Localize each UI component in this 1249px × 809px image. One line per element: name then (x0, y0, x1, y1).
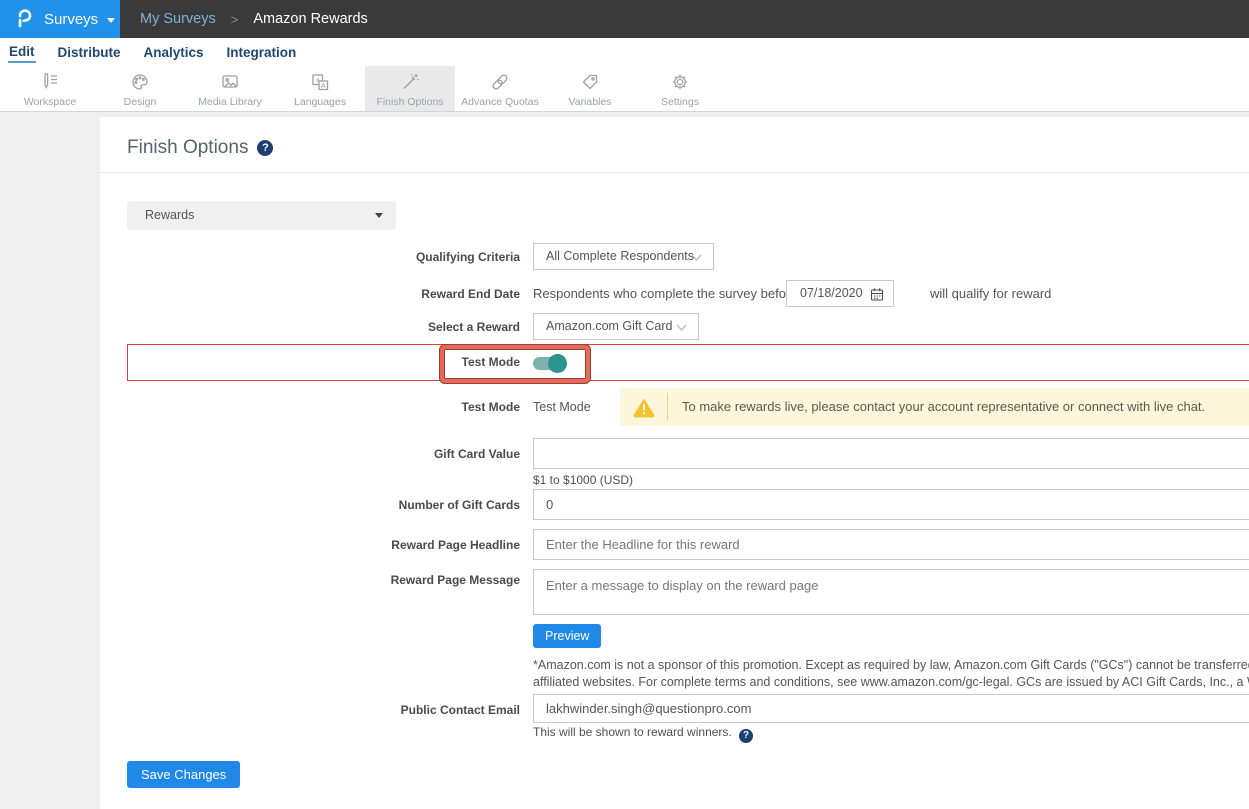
gift-card-value-input[interactable] (533, 438, 1249, 469)
product-label: Surveys (44, 11, 98, 28)
product-menu[interactable]: Surveys (0, 0, 120, 38)
toolbar-tab-workspace[interactable]: Workspace (5, 66, 95, 111)
help-icon[interactable]: ? (739, 729, 753, 743)
media-library-icon (219, 71, 241, 93)
workspace-icon (39, 71, 61, 93)
toolbar-label: Media Library (198, 96, 262, 108)
public-contact-email-input[interactable] (533, 694, 1249, 723)
gift-card-value-label: Gift Card Value (100, 447, 520, 461)
chevron-down-icon (676, 324, 687, 332)
reward-page-headline-label: Reward Page Headline (100, 538, 520, 552)
toolbar-tab-advance-quotas[interactable]: Advance Quotas (455, 66, 545, 111)
toolbar-tab-languages[interactable]: x A Languages (275, 66, 365, 111)
breadcrumb: My Surveys > Amazon Rewards (120, 0, 368, 38)
reward-end-date-label: Reward End Date (100, 287, 520, 301)
calendar-icon (870, 287, 884, 302)
reward-page-message-input[interactable] (533, 569, 1249, 615)
tab-analytics[interactable]: Analytics (143, 43, 205, 62)
edit-toolbar: Workspace Design Media Library x (0, 66, 1249, 112)
number-of-gift-cards-input[interactable] (533, 489, 1249, 520)
rewards-section-dropdown[interactable]: Rewards (127, 201, 396, 230)
tab-edit[interactable]: Edit (8, 42, 36, 63)
toolbar-label: Design (124, 96, 157, 108)
finish-options-panel: Finish Options ? Rewards Qualifying Crit… (100, 117, 1249, 809)
reward-end-date-suffix: will qualify for reward (930, 286, 1051, 301)
breadcrumb-my-surveys[interactable]: My Surveys (140, 11, 216, 27)
chevron-down-icon (691, 254, 702, 262)
breadcrumb-current-survey: Amazon Rewards (253, 11, 367, 27)
toolbar-tab-variables[interactable]: Variables (545, 66, 635, 111)
test-mode-warning-banner: To make rewards live, please contact you… (620, 388, 1249, 426)
save-changes-button[interactable]: Save Changes (127, 761, 240, 788)
toolbar-label: Workspace (24, 96, 76, 108)
banner-divider (667, 393, 668, 421)
disclaimer-line-2: affiliated websites. For complete terms … (533, 674, 1249, 691)
select-a-reward-label: Select a Reward (100, 320, 520, 334)
toolbar-tab-design[interactable]: Design (95, 66, 185, 111)
warning-text: To make rewards live, please contact you… (682, 388, 1249, 426)
test-mode-toggle-label: Test Mode (100, 355, 520, 369)
select-a-reward-value: Amazon.com Gift Card (534, 314, 698, 339)
qualifying-criteria-label: Qualifying Criteria (100, 250, 520, 264)
test-mode-status-label: Test Mode (100, 400, 520, 414)
toolbar-label: Advance Quotas (461, 96, 539, 108)
page-title-text: Finish Options (127, 137, 248, 159)
qualifying-criteria-select[interactable]: All Complete Respondents (533, 243, 714, 270)
settings-icon (669, 71, 691, 93)
gift-card-value-helper: $1 to $1000 (USD) (533, 473, 633, 487)
amazon-disclaimer: *Amazon.com is not a sponsor of this pro… (533, 657, 1249, 691)
disclaimer-line-1: *Amazon.com is not a sponsor of this pro… (533, 657, 1249, 674)
survey-nav: Edit Distribute Analytics Integration (0, 38, 1249, 66)
tab-integration[interactable]: Integration (226, 43, 298, 62)
preview-button[interactable]: Preview (533, 624, 601, 648)
test-mode-status-value: Test Mode (533, 400, 591, 414)
toggle-knob (548, 354, 567, 373)
qualifying-criteria-value: All Complete Respondents (534, 244, 713, 269)
public-contact-email-label: Public Contact Email (100, 703, 520, 717)
help-icon[interactable]: ? (257, 140, 273, 156)
finish-options-icon (399, 71, 421, 93)
toolbar-tab-media-library[interactable]: Media Library (185, 66, 275, 111)
chevron-down-icon (107, 18, 115, 23)
questionpro-logo-icon (13, 5, 35, 34)
email-helper-text: This will be shown to reward winners. (533, 725, 732, 739)
toolbar-label: Variables (569, 96, 612, 108)
toolbar-label: Settings (661, 96, 699, 108)
toolbar-tab-finish-options[interactable]: Finish Options (365, 66, 455, 111)
chevron-down-icon (375, 213, 383, 218)
svg-text:A: A (321, 83, 326, 90)
reward-end-date-prefix: Respondents who complete the survey befo… (533, 286, 798, 301)
warning-triangle-icon (632, 396, 656, 418)
reward-page-headline-input[interactable] (533, 529, 1249, 560)
reward-page-message-label: Reward Page Message (100, 573, 520, 587)
title-divider (100, 172, 1249, 173)
top-bar: Surveys My Surveys > Amazon Rewards (0, 0, 1249, 38)
languages-icon: x A (309, 71, 331, 93)
design-icon (129, 71, 151, 93)
toolbar-label: Finish Options (376, 96, 443, 108)
breadcrumb-separator: > (231, 12, 239, 27)
advance-quotas-icon (489, 71, 511, 93)
variables-icon (579, 71, 601, 93)
toolbar-tab-settings[interactable]: Settings (635, 66, 725, 111)
tab-distribute[interactable]: Distribute (57, 43, 122, 62)
number-of-gift-cards-label: Number of Gift Cards (100, 498, 520, 512)
reward-end-date-input[interactable]: 07/18/2020 (786, 280, 894, 307)
test-mode-toggle[interactable] (533, 357, 564, 370)
rewards-dropdown-value: Rewards (127, 201, 396, 230)
public-contact-email-helper: This will be shown to reward winners. ? (533, 725, 753, 743)
toolbar-label: Languages (294, 96, 346, 108)
select-a-reward-select[interactable]: Amazon.com Gift Card (533, 313, 699, 340)
page-title: Finish Options ? (127, 137, 273, 159)
